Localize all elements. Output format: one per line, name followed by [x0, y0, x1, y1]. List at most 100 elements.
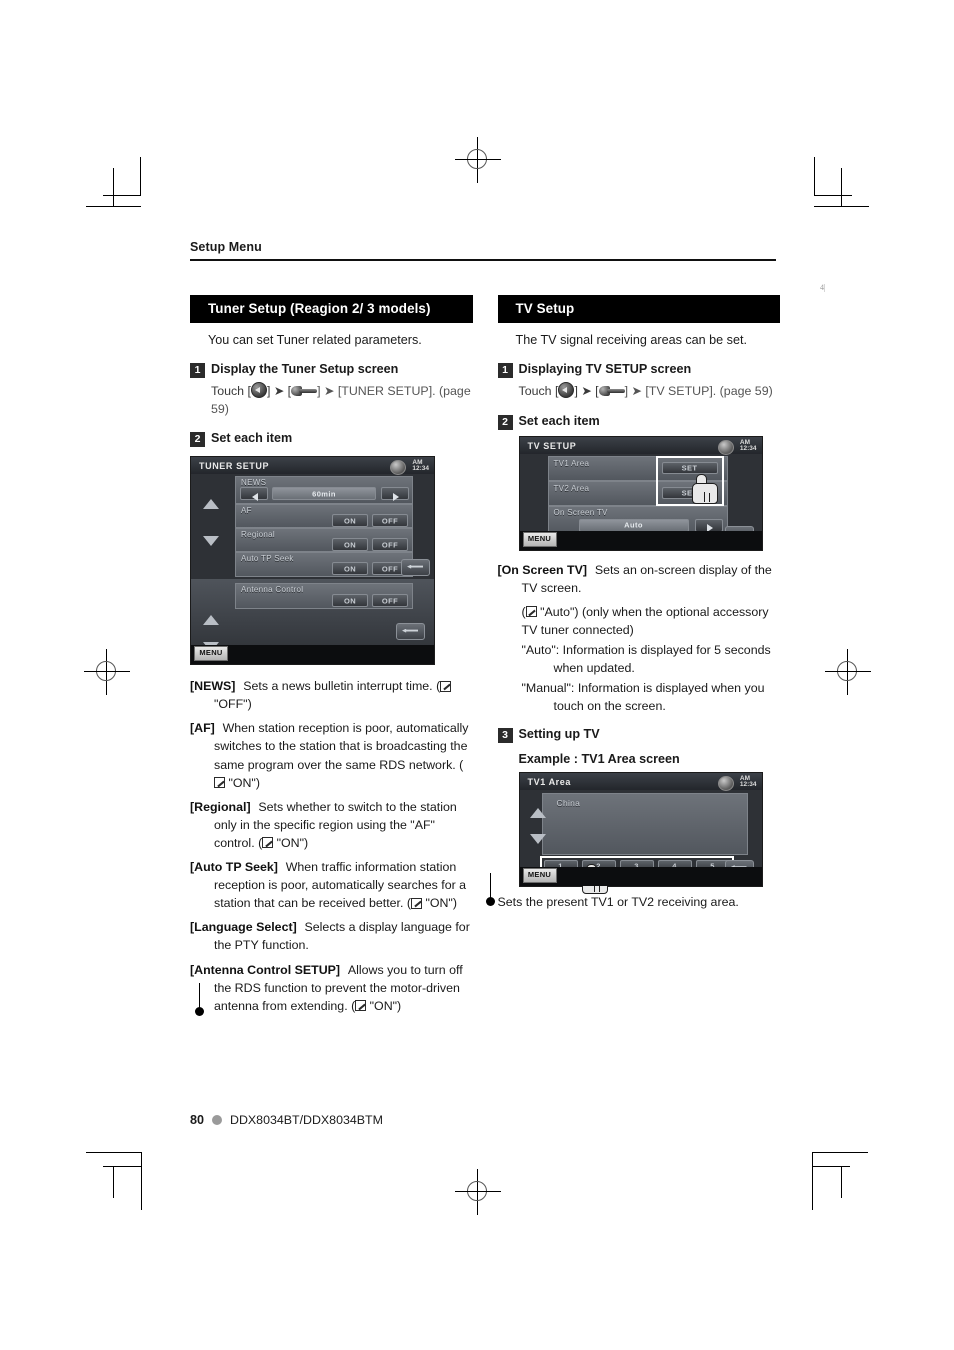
step-2-tv: 2 Set each item — [497, 414, 781, 430]
step-number-badge: 1 — [190, 363, 205, 379]
clock-display: AM 12:34 — [740, 775, 757, 788]
row-af: AF ON OFF — [235, 504, 413, 529]
registration-mark-bottom — [455, 1169, 501, 1215]
scroll-up-icon[interactable] — [529, 807, 546, 818]
definition-on-screen-tv: [On Screen TV] Sets an on-screen display… — [497, 562, 772, 595]
row-antenna-control: Antenna Control ON OFF — [235, 583, 413, 610]
on-screen-tv-default: ( "Auto") (only when the optional access… — [521, 604, 769, 638]
row-label-tv2-area: TV2 Area — [553, 483, 590, 493]
page-content: Setup Menu Tuner Setup (Reagion 2/ 3 mod… — [190, 240, 780, 1140]
clock-display: AM 12:34 — [412, 459, 429, 473]
pencil-icon — [355, 1000, 367, 1012]
highlight-box-set-buttons — [655, 455, 724, 506]
definition-af: [AF] When station reception is poor, aut… — [190, 721, 469, 790]
two-column-layout: Tuner Setup (Reagion 2/ 3 models) You ca… — [190, 294, 781, 1021]
touch-mid-text: ] ➤ [ — [574, 384, 599, 399]
footer-bullet-icon — [212, 1115, 223, 1125]
section-header-tv-setup: TV Setup — [497, 294, 780, 324]
area-list-panel: China — [541, 792, 748, 855]
auto-tp-seek-on-button[interactable]: ON — [332, 562, 368, 576]
screenshot-tv1-area: TV1 Area AM 12:34 China 1 2 3 4 5 MENU — [518, 771, 763, 894]
tuner-setup-intro: You can set Tuner related parameters. — [208, 333, 422, 348]
scroll-up-icon[interactable] — [203, 499, 219, 510]
step-title: Set each item — [211, 431, 293, 446]
right-column: TV Setup The TV signal receiving areas c… — [485, 294, 781, 1021]
row-label-af: AF — [241, 506, 252, 516]
area-current-value: China — [556, 797, 581, 808]
af-on-button[interactable]: ON — [332, 514, 368, 528]
on-screen-tv-manual: "Manual": Information is displayed when … — [521, 681, 765, 714]
step-title: Setting up TV — [518, 726, 600, 741]
definition-auto-tp-seek: [Auto TP Seek] When traffic information … — [190, 860, 467, 911]
clock-time: 12:34 — [739, 444, 757, 452]
back-button[interactable] — [401, 559, 430, 577]
pencil-icon — [262, 837, 274, 849]
step-2-tuner: 2 Set each item — [190, 431, 473, 448]
row-label-antenna-control: Antenna Control — [241, 585, 304, 595]
news-decrease-button[interactable] — [240, 487, 268, 501]
step-number-badge: 3 — [497, 727, 513, 743]
home-icon — [250, 382, 267, 399]
news-value[interactable]: 60min — [272, 487, 376, 501]
step-number-badge: 2 — [497, 414, 513, 430]
globe-icon — [390, 460, 406, 476]
row-label-auto-tp-seek: Auto TP Seek — [241, 554, 294, 564]
scroll-down-icon[interactable] — [203, 536, 219, 547]
wrench-icon — [291, 386, 318, 397]
globe-icon — [717, 439, 734, 455]
scroll-up-icon[interactable] — [203, 615, 219, 626]
pencil-icon — [214, 777, 225, 789]
menu-button[interactable]: MENU — [194, 646, 228, 662]
row-news: NEWS 60min — [235, 476, 413, 505]
tuner-definitions: [NEWS] Sets a news bulletin interrupt ti… — [190, 677, 473, 1015]
example-title: Example : TV1 Area screen — [518, 751, 680, 766]
screenshot-tv-setup: TV SETUP AM 12:34 TV1 Area TV2 Area On S… — [518, 435, 763, 551]
row-label-regional: Regional — [241, 530, 275, 540]
regional-off-button[interactable]: OFF — [372, 538, 408, 552]
page-footer: 80 DDX8034BT/DDX8034BTM — [190, 1113, 383, 1127]
menu-button[interactable]: MENU — [522, 867, 557, 883]
screenshot-tuner-setup: TUNER SETUP AM 12:34 NEWS 60min AF ON OF… — [190, 456, 435, 666]
definition-language-select: [Language Select] Selects a display lang… — [190, 920, 470, 953]
step-1-tuner: 1 Display the Tuner Setup screen — [190, 362, 473, 379]
step-title: Displaying TV SETUP screen — [518, 362, 692, 377]
af-off-button[interactable]: OFF — [372, 514, 408, 528]
row-regional: Regional ON OFF — [235, 528, 413, 553]
tv1-area-caption: Sets the present TV1 or TV2 receiving ar… — [497, 894, 739, 909]
globe-icon — [717, 775, 734, 791]
clock-time: 12:34 — [412, 465, 429, 473]
scroll-down-icon[interactable] — [529, 833, 546, 844]
home-icon — [558, 382, 575, 399]
antenna-control-off-button[interactable]: OFF — [372, 594, 408, 608]
margin-mark: 4| — [820, 283, 826, 292]
clock-display: AM 12:34 — [739, 439, 757, 452]
screen-body-lower: Antenna Control ON OFF MENU — [191, 579, 434, 665]
row-label-on-screen-tv: On Screen TV — [553, 507, 608, 517]
step-3-tv: 3 Setting up TV — [497, 726, 781, 743]
wrench-icon — [598, 386, 625, 397]
definition-antenna-control-setup: [Antenna Control SETUP] Allows you to tu… — [190, 962, 463, 1013]
row-label-tv1-area: TV1 Area — [553, 458, 590, 468]
news-increase-button[interactable] — [381, 487, 409, 501]
antenna-control-on-button[interactable]: ON — [332, 594, 368, 608]
page-number: 80 — [190, 1113, 205, 1127]
header-rule — [190, 259, 776, 261]
step-title: Display the Tuner Setup screen — [211, 362, 399, 377]
on-screen-tv-auto: "Auto": Information is displayed for 5 s… — [521, 643, 771, 676]
definition-news: [NEWS] Sets a news bulletin interrupt ti… — [190, 677, 473, 713]
back-button[interactable] — [396, 623, 425, 641]
registration-mark-top — [455, 137, 501, 183]
menu-button[interactable]: MENU — [522, 531, 557, 547]
registration-mark-right — [825, 649, 871, 695]
step-1-tv: 1 Displaying TV SETUP screen — [497, 362, 781, 379]
screen-body: TV1 Area TV2 Area On Screen TV Auto SET … — [519, 454, 762, 550]
regional-on-button[interactable]: ON — [332, 538, 368, 552]
running-head: Setup Menu — [190, 240, 262, 254]
definition-regional: [Regional] Sets whether to switch to the… — [190, 799, 457, 850]
step-number-badge: 1 — [497, 363, 513, 379]
registration-mark-left — [84, 649, 130, 695]
model-name: DDX8034BT/DDX8034BTM — [230, 1113, 383, 1127]
pencil-icon — [525, 606, 537, 618]
on-screen-tv-description: [On Screen TV] Sets an on-screen display… — [498, 561, 781, 716]
touch-prefix-text: Touch [ — [211, 384, 251, 399]
